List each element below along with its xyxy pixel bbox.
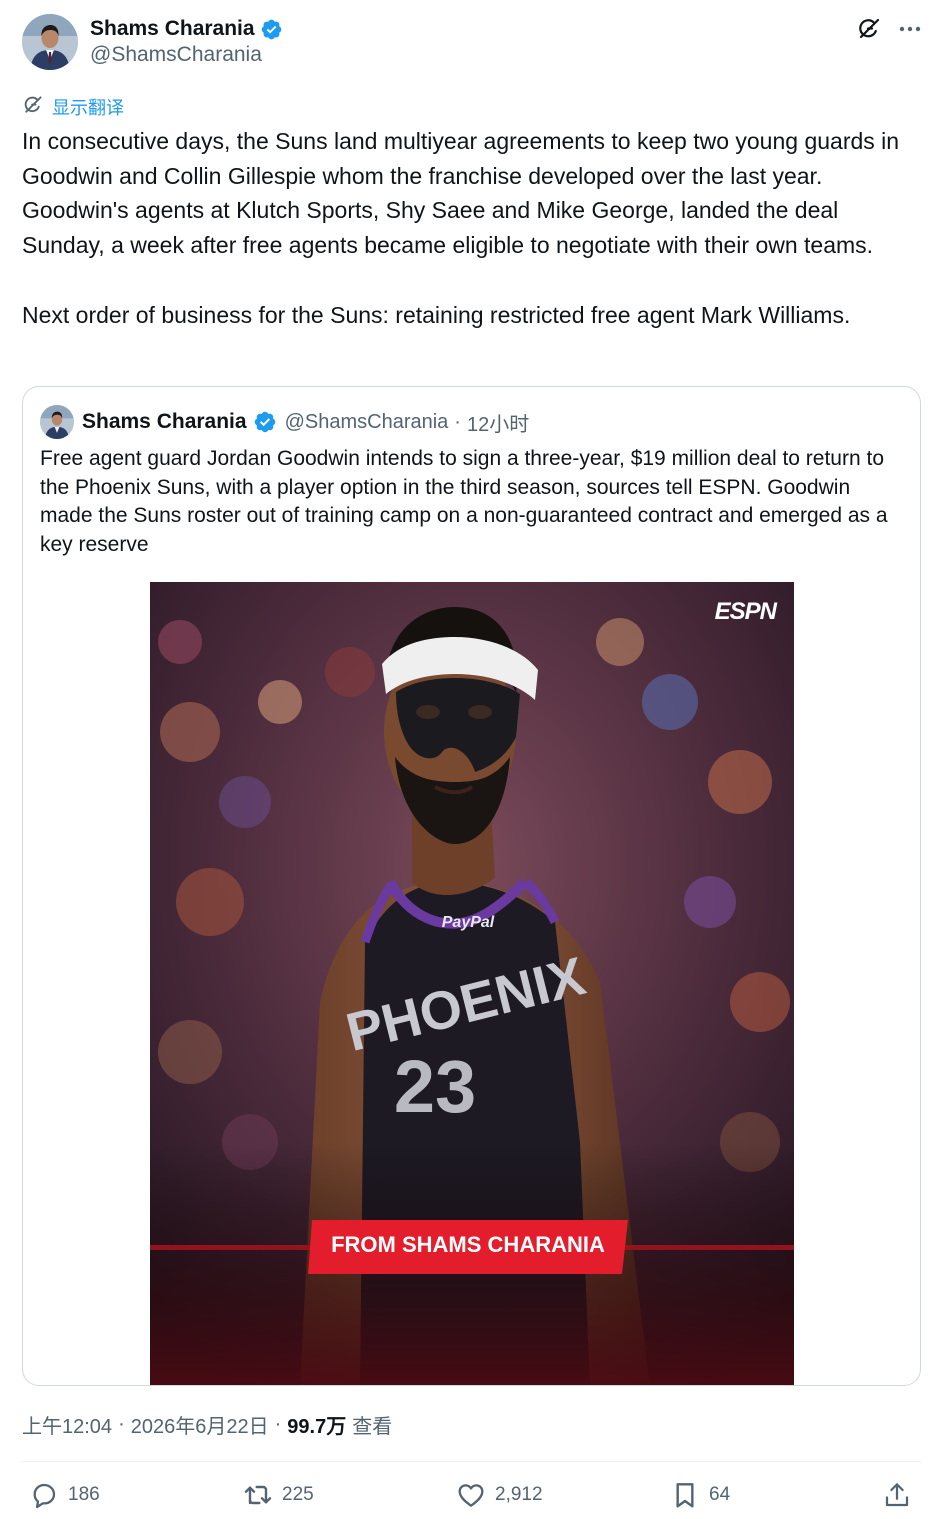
- bookmark-icon: [669, 1479, 701, 1511]
- verified-badge-icon: [253, 410, 277, 434]
- author-handle[interactable]: @ShamsCharania: [90, 43, 262, 67]
- bookmark-count: 64: [709, 1484, 731, 1505]
- action-bar: 186 225 2,912 64: [22, 1472, 921, 1518]
- separator-dot: ·: [118, 1412, 125, 1435]
- translate-icon: [22, 94, 44, 121]
- share-icon: [882, 1480, 912, 1510]
- quoted-tweet[interactable]: Shams Charania @ShamsCharania · 12小时 Fre…: [22, 386, 921, 1386]
- quoted-author-name[interactable]: Shams Charania: [82, 410, 247, 434]
- reply-count: 186: [68, 1484, 100, 1505]
- quoted-media-image[interactable]: PHOENIX 23 PayPal ESPN FROM SHAMS CHARAN…: [150, 582, 794, 1385]
- jersey-number-text: 23: [394, 1045, 476, 1128]
- translate-link[interactable]: 显示翻译: [22, 94, 124, 120]
- quoted-text: Free agent guard Jordan Goodwin intends …: [40, 447, 888, 556]
- grok-icon[interactable]: [856, 16, 882, 42]
- author-avatar[interactable]: [22, 14, 78, 70]
- quoted-avatar[interactable]: [40, 405, 74, 439]
- tweet-header: Shams Charania @ShamsCharania: [22, 14, 922, 74]
- tweet-text: In consecutive days, the Suns land multi…: [22, 128, 900, 328]
- banner-text: FROM SHAMS CHARANIA: [331, 1232, 605, 1257]
- quoted-timestamp[interactable]: 12小时: [467, 408, 529, 437]
- separator-dot: ·: [454, 410, 461, 433]
- tweet-meta: 上午12:04 · 2026年6月22日 · 99.7万 查看: [22, 1409, 392, 1439]
- like-icon: [455, 1479, 487, 1511]
- quoted-author-handle[interactable]: @ShamsCharania: [285, 411, 449, 434]
- reply-button[interactable]: 186: [28, 1472, 100, 1518]
- repost-count: 225: [282, 1484, 314, 1505]
- repost-icon: [242, 1479, 274, 1511]
- tweet-time[interactable]: 上午12:04: [22, 1410, 112, 1439]
- divider: [22, 1461, 921, 1462]
- views-count: 99.7万: [287, 1415, 347, 1438]
- repost-button[interactable]: 225: [242, 1472, 314, 1518]
- espn-logo: ESPN: [714, 598, 777, 625]
- jersey-sponsor-text: PayPal: [442, 914, 495, 931]
- tweet-date[interactable]: 2026年6月22日: [131, 1410, 269, 1439]
- bookmark-button[interactable]: 64: [669, 1472, 730, 1518]
- banner-tag: FROM SHAMS CHARANIA: [308, 1220, 628, 1270]
- more-icon[interactable]: [898, 17, 922, 41]
- verified-badge-icon[interactable]: [260, 18, 283, 41]
- translate-label[interactable]: 显示翻译: [52, 94, 124, 120]
- reply-icon: [28, 1479, 60, 1511]
- like-count: 2,912: [495, 1484, 543, 1505]
- separator-dot: ·: [274, 1412, 282, 1435]
- like-button[interactable]: 2,912: [455, 1472, 543, 1518]
- views-label: 查看: [352, 1415, 393, 1438]
- author-name[interactable]: Shams Charania: [90, 17, 255, 41]
- share-button[interactable]: [882, 1472, 912, 1518]
